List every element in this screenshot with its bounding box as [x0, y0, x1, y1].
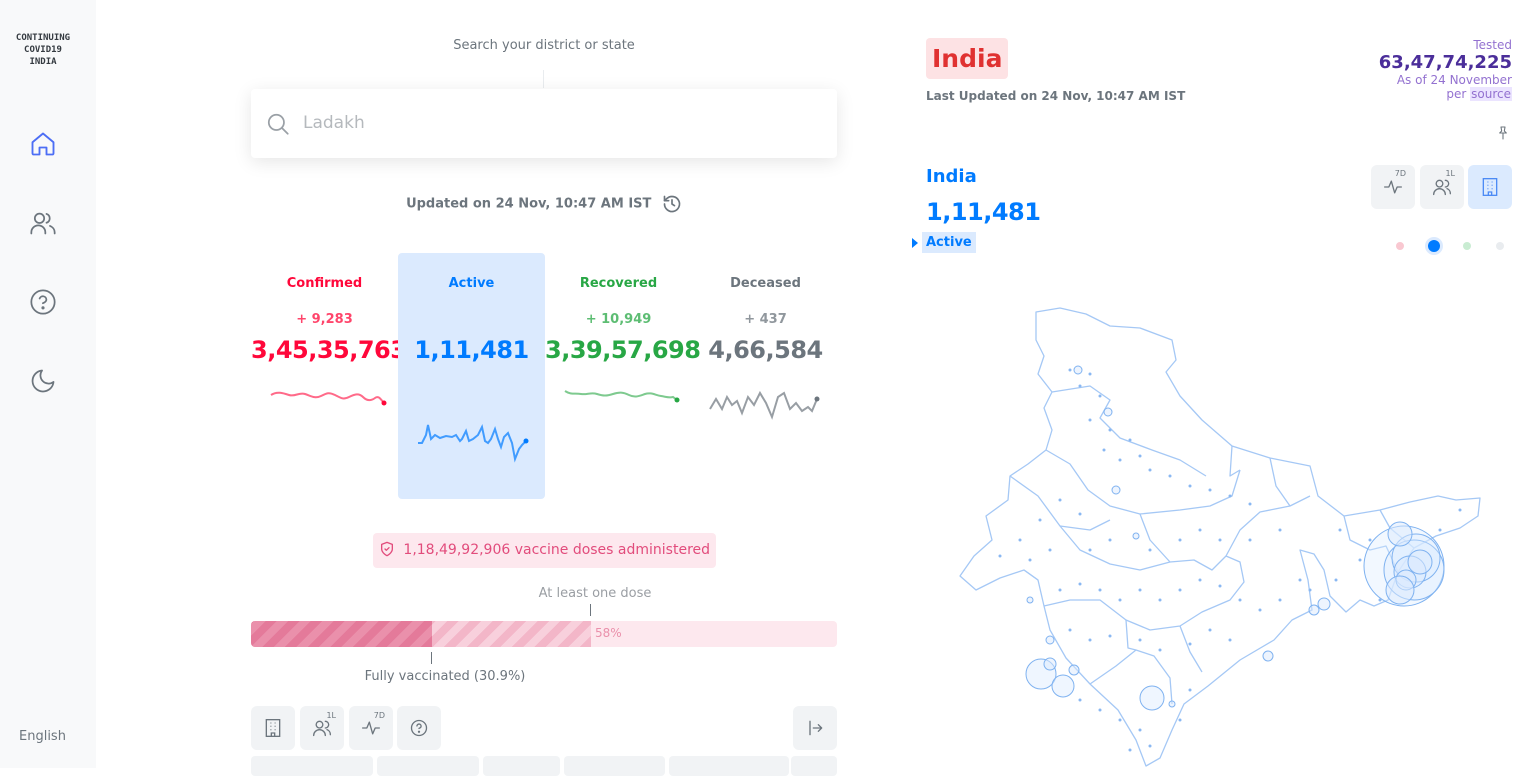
- caret-right-icon: [912, 238, 918, 248]
- home-icon[interactable]: [29, 130, 57, 158]
- deceased-dot[interactable]: [1496, 242, 1504, 250]
- table-header-cell[interactable]: [791, 756, 837, 776]
- moon-icon[interactable]: [29, 367, 57, 395]
- level-label: Confirmed: [286, 276, 363, 291]
- sidebar: CONTINUING COVID19 INDIA English: [0, 0, 96, 768]
- tested-per: per: [1446, 87, 1467, 101]
- population-icon: [313, 720, 331, 737]
- help-icon: [410, 719, 428, 737]
- tick-marker: [431, 652, 432, 664]
- confirmed-dot[interactable]: [1396, 242, 1404, 250]
- search-icon: [267, 113, 289, 135]
- pin-icon[interactable]: [1495, 124, 1511, 146]
- tick-marker: [590, 604, 591, 616]
- brand-logo[interactable]: CONTINUING COVID19 INDIA: [0, 32, 86, 68]
- vaccine-doses-text: 1,18,49,92,906 vaccine doses administere…: [403, 542, 711, 558]
- at-least-one-dose-fill: [432, 621, 591, 647]
- brand-line-2: COVID19: [24, 45, 62, 55]
- vaccination-progress-bar: 58%: [251, 621, 837, 647]
- table-header-cell[interactable]: [483, 756, 560, 776]
- source-link[interactable]: source: [1470, 87, 1512, 101]
- level-delta: [398, 312, 545, 328]
- at-least-one-dose-label: At least one dose: [538, 586, 652, 601]
- map-statistic-label: Active: [922, 232, 976, 253]
- level-recovered[interactable]: Recovered + 10,949 3,39,57,698: [545, 253, 701, 499]
- map-seven-day-button[interactable]: 7D: [1371, 165, 1415, 209]
- help-icon[interactable]: [29, 288, 57, 316]
- level-deceased[interactable]: Deceased + 437 4,66,584: [692, 253, 839, 499]
- level-delta: + 9,283: [296, 312, 353, 327]
- fully-vaccinated-label: Fully vaccinated (30.9%): [364, 669, 526, 684]
- map-region-value: 1,11,481: [926, 198, 1041, 226]
- level-value: 1,11,481: [414, 336, 529, 364]
- tested-value: 63,47,74,225: [1378, 52, 1512, 73]
- level-value: 3,39,57,698: [545, 336, 701, 364]
- users-icon[interactable]: [29, 209, 57, 237]
- level-confirmed[interactable]: Confirmed + 9,283 3,45,35,763: [251, 253, 407, 499]
- search-input[interactable]: [303, 107, 803, 139]
- table-header-cell[interactable]: [564, 756, 665, 776]
- level-active[interactable]: Active 1,11,481: [398, 253, 545, 499]
- tested-label: Tested: [1473, 38, 1512, 52]
- recovered-dot[interactable]: [1463, 242, 1471, 250]
- map-district-button[interactable]: [1468, 165, 1512, 209]
- fully-vaccinated-fill: [251, 621, 432, 647]
- search-caption: Search your district or state: [453, 38, 635, 53]
- building-icon: [1482, 178, 1498, 196]
- table-header-cell[interactable]: [669, 756, 789, 776]
- map-per-lakh-button[interactable]: 1L: [1420, 165, 1464, 209]
- tested-source-line: per source: [1379, 87, 1512, 101]
- tested-asof: As of 24 November: [1396, 73, 1512, 87]
- table-help-button[interactable]: [397, 706, 441, 750]
- pulse-icon: [1384, 180, 1402, 194]
- last-updated-text: Updated on 24 Nov, 10:47 AM IST: [406, 196, 652, 212]
- active-dot[interactable]: [1428, 240, 1440, 252]
- pulse-icon: [362, 721, 380, 735]
- tested-summary: Tested 63,47,74,225 As of 24 November pe…: [1379, 38, 1512, 101]
- building-toggle-button[interactable]: [251, 706, 295, 750]
- brand-line-3: INDIA: [29, 57, 57, 67]
- level-value: 3,45,35,763: [251, 336, 407, 364]
- sparkline: [418, 424, 529, 463]
- level-delta: + 10,949: [585, 312, 652, 327]
- sparkline: [709, 390, 820, 420]
- level-delta: + 437: [744, 312, 787, 327]
- building-icon: [265, 719, 281, 737]
- at-least-one-dose-percent: 58%: [595, 626, 622, 640]
- level-cards: Confirmed + 9,283 3,45,35,763 Active 1,1…: [251, 253, 837, 499]
- level-label: Recovered: [579, 276, 658, 291]
- language-switcher[interactable]: English: [19, 729, 66, 744]
- expand-table-button[interactable]: [793, 706, 837, 750]
- per-lakh-toggle-button[interactable]: 1L: [300, 706, 344, 750]
- expand-icon: [809, 720, 823, 736]
- map-region-name: India: [926, 166, 977, 187]
- table-header-cell[interactable]: [377, 756, 479, 776]
- region-title: India: [926, 38, 1009, 79]
- shield-check-icon: [380, 541, 393, 556]
- sparkline: [564, 390, 680, 403]
- india-map[interactable]: [940, 300, 1500, 768]
- brand-line-1: CONTINUING: [15, 33, 71, 43]
- divider: [543, 70, 544, 88]
- search-box[interactable]: [251, 89, 837, 158]
- level-value: 4,66,584: [708, 336, 823, 364]
- sparkline: [270, 391, 387, 406]
- population-icon: [1433, 179, 1451, 196]
- vaccine-doses-badge: 1,18,49,92,906 vaccine doses administere…: [373, 533, 716, 568]
- level-label: Deceased: [730, 276, 801, 291]
- history-icon[interactable]: [662, 194, 682, 214]
- seven-day-toggle-button[interactable]: 7D: [349, 706, 393, 750]
- table-header-cell[interactable]: [251, 756, 373, 776]
- last-updated: Updated on 24 Nov, 10:47 AM IST: [251, 194, 837, 214]
- last-updated-label: Last Updated on 24 Nov, 10:47 AM IST: [926, 89, 1186, 103]
- level-label: Active: [448, 276, 495, 291]
